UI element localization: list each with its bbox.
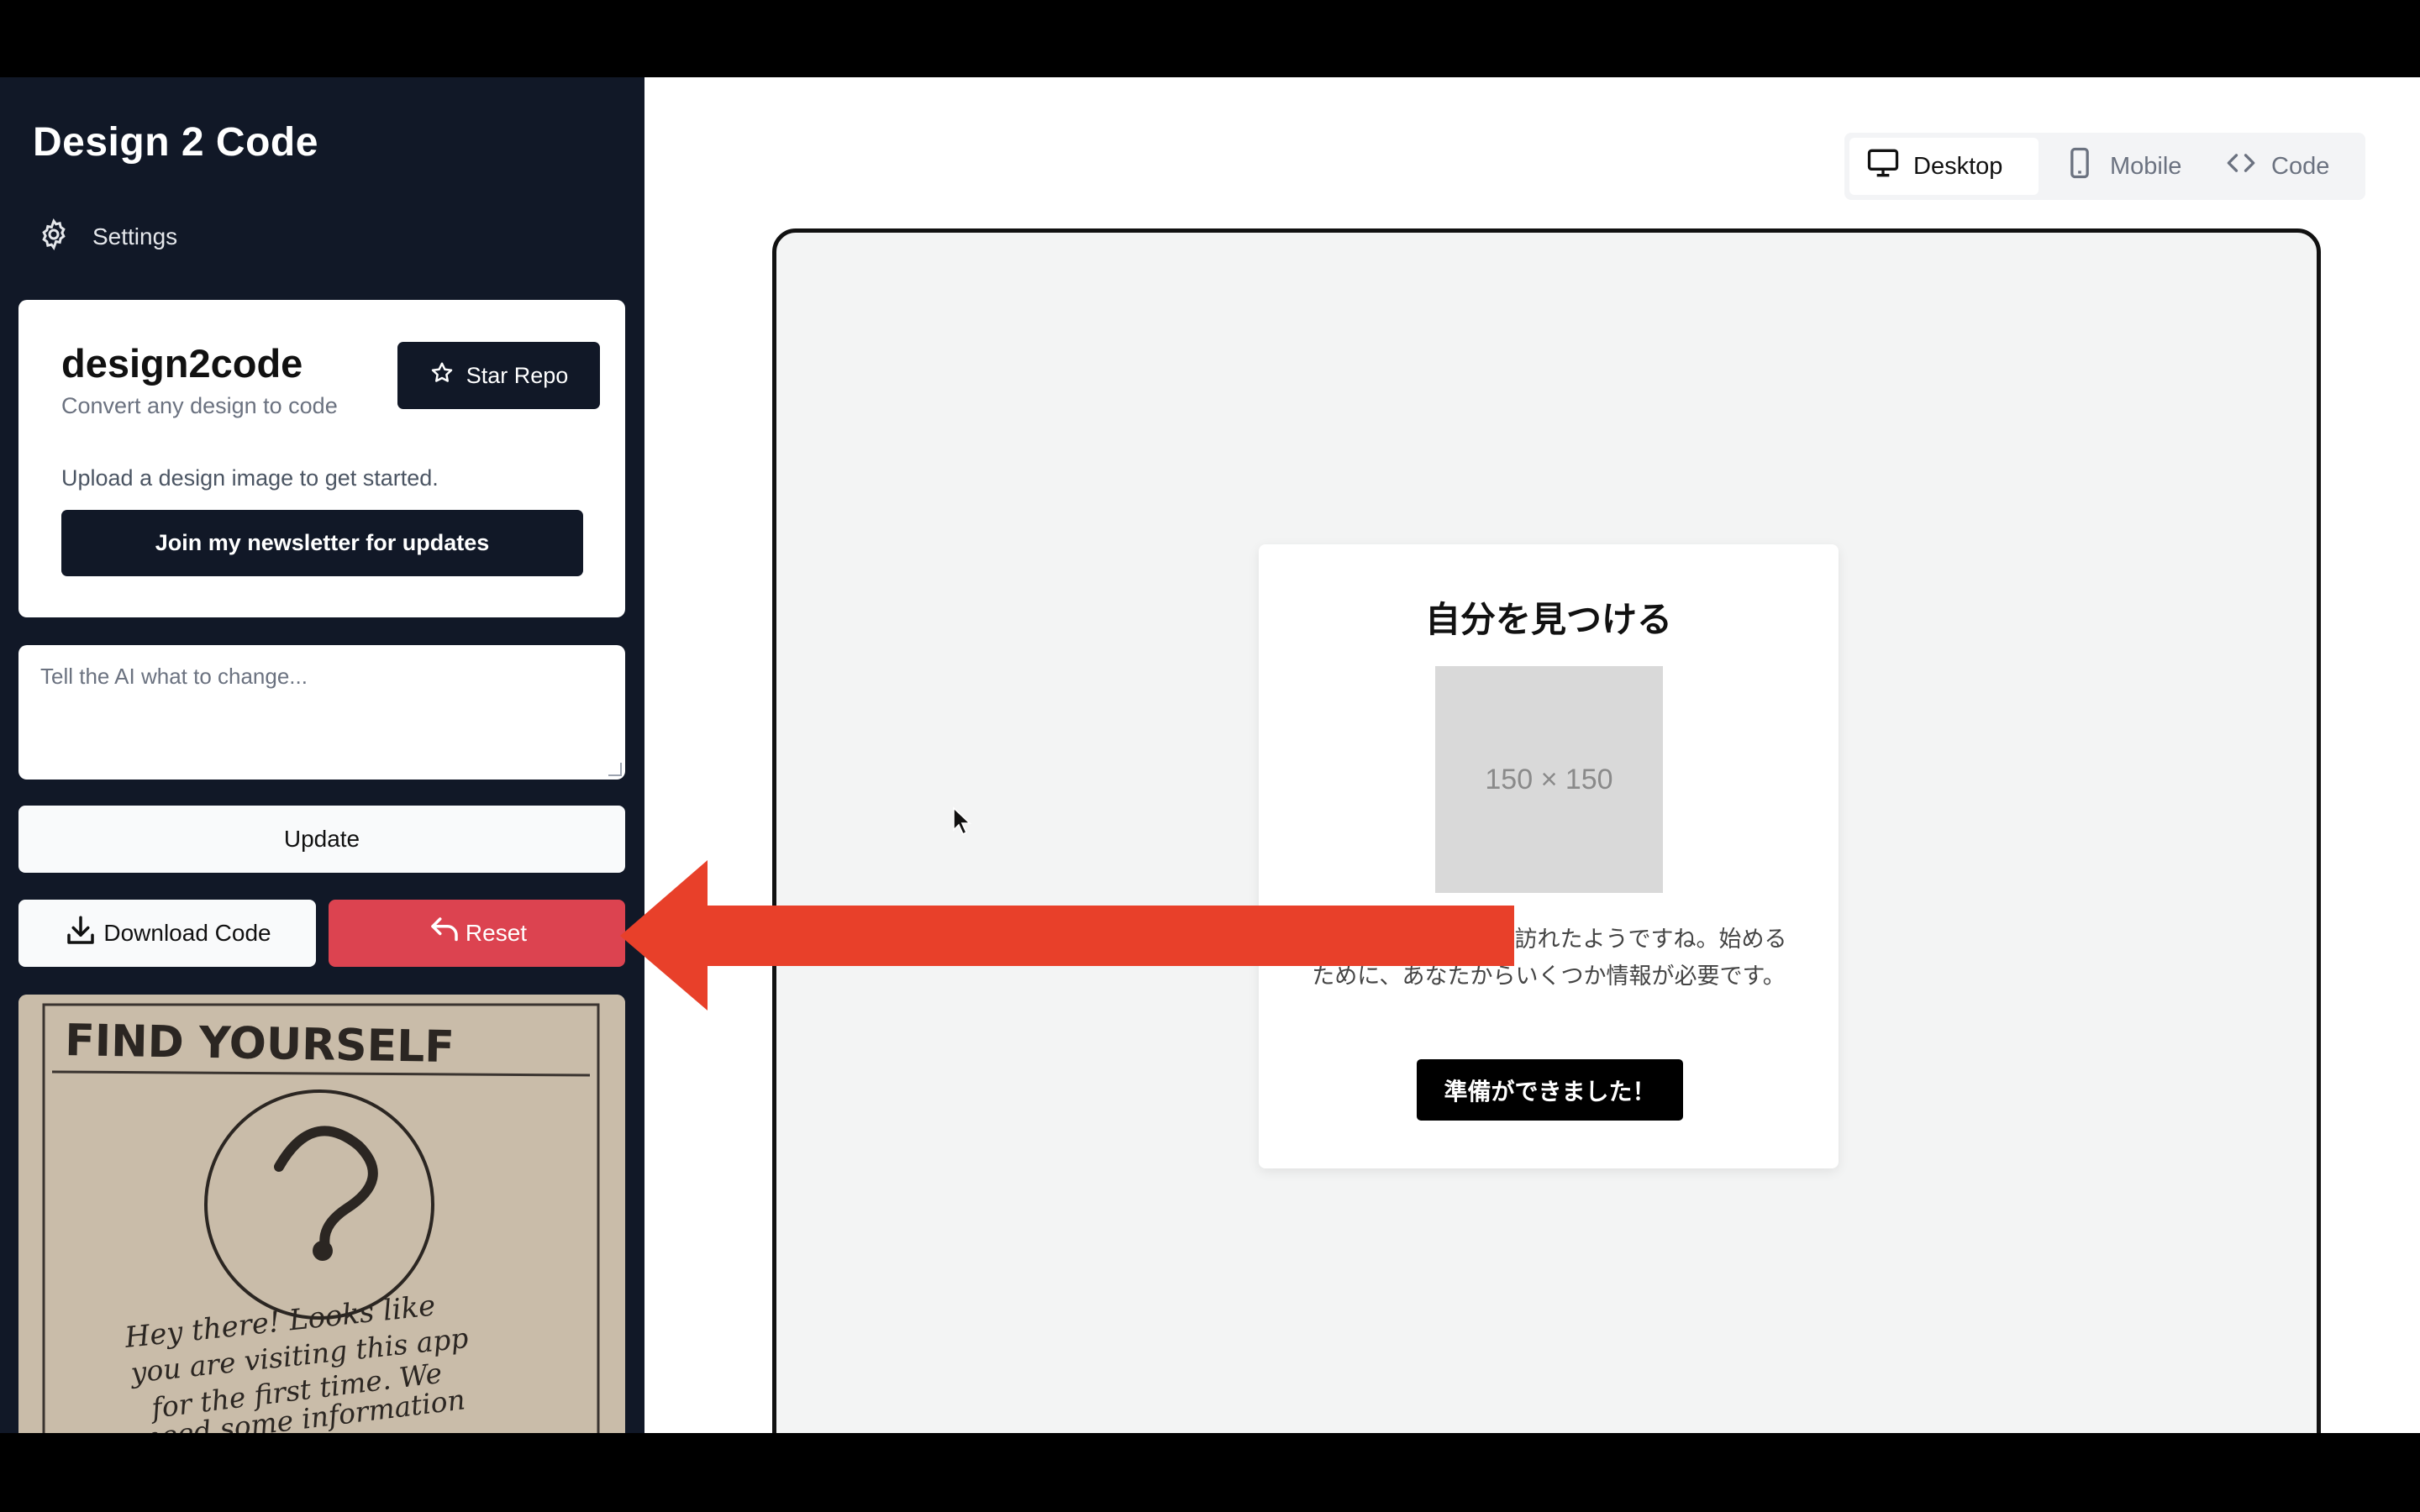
upload-hint: Upload a design image to get started.	[61, 465, 439, 491]
brand-name: design2code	[61, 341, 303, 386]
tab-mobile[interactable]: Mobile	[2046, 138, 2197, 195]
download-code-button[interactable]: Download Code	[18, 900, 316, 967]
download-icon	[63, 913, 98, 954]
phone-icon	[2061, 144, 2098, 188]
monitor-icon	[1865, 144, 1902, 188]
desktop-preview-frame[interactable]: 自分を見つける 150 × 150 このアプリを初めて訪れたようですね。始めるた…	[772, 228, 2321, 1433]
tab-desktop[interactable]: Desktop	[1849, 138, 2039, 195]
undo-icon	[427, 913, 462, 954]
settings-label: Settings	[92, 223, 178, 249]
tab-mobile-label: Mobile	[2110, 152, 2182, 180]
tab-desktop-label: Desktop	[1913, 152, 2003, 180]
reset-label: Reset	[465, 920, 528, 946]
preview-title: 自分を見つける	[1424, 600, 1672, 639]
star-icon	[429, 360, 455, 391]
prompt-placeholder: Tell the AI what to change...	[40, 664, 308, 689]
reset-button[interactable]: Reset	[329, 900, 625, 967]
info-card: design2code Convert any design to code S…	[18, 300, 625, 617]
tab-code-label: Code	[2271, 152, 2330, 180]
code-icon	[2223, 144, 2260, 188]
settings-button[interactable]: Settings	[37, 218, 177, 255]
app-title: Design 2 Code	[33, 120, 318, 165]
star-repo-label: Star Repo	[466, 362, 569, 388]
tab-code[interactable]: Code	[2207, 138, 2359, 195]
sidebar: Design 2 Code Settings design2code Conve…	[0, 77, 644, 1433]
resize-handle[interactable]	[608, 763, 622, 776]
preview-body-text: このアプリを初めて訪れたようですね。始めるために、あなたからいくつか情報が必要で…	[1310, 927, 1787, 989]
view-mode-tabs: Desktop Mobile Code	[1844, 133, 2365, 200]
brand-tagline: Convert any design to code	[61, 393, 338, 418]
prompt-input[interactable]: Tell the AI what to change...	[18, 645, 625, 780]
preview-card: 自分を見つける 150 × 150 このアプリを初めて訪れたようですね。始めるた…	[1259, 544, 1839, 1168]
image-placeholder: 150 × 150	[1435, 666, 1663, 893]
update-button[interactable]: Update	[18, 806, 625, 873]
star-repo-button[interactable]: Star Repo	[397, 342, 600, 409]
uploaded-sketch-image: FIND YOURSELF Hey there! Looks like you …	[18, 995, 625, 1433]
sketch-title: FIND YOURSELF	[65, 1016, 455, 1073]
mouse-cursor-icon	[953, 806, 972, 836]
newsletter-button[interactable]: Join my newsletter for updates	[61, 510, 583, 576]
preview-ready-button[interactable]: 準備ができました！	[1417, 1059, 1683, 1121]
download-label: Download Code	[103, 920, 271, 946]
gear-icon	[37, 218, 71, 257]
app-window: Design 2 Code Settings design2code Conve…	[0, 77, 2420, 1433]
